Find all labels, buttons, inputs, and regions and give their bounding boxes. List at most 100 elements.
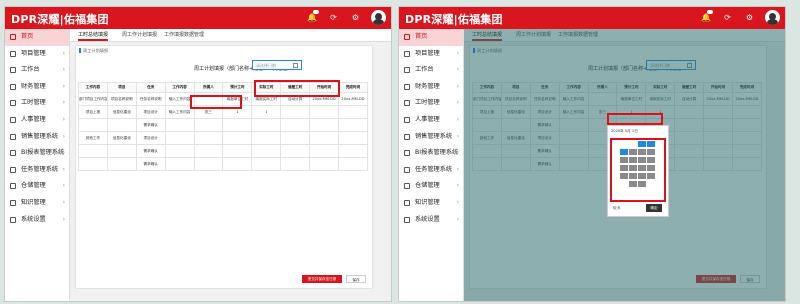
table-cell[interactable] xyxy=(251,144,282,158)
bell-icon[interactable]: 🔔 xyxy=(307,10,319,22)
calendar-day-cell[interactable] xyxy=(646,148,656,156)
sidebar-item-finance[interactable]: 财务管理 › xyxy=(399,79,463,96)
table-row: 需求确认 xyxy=(78,157,368,171)
sidebar-item-workbench[interactable]: 工作台 › xyxy=(5,62,69,79)
column-header: 工作内容 xyxy=(78,82,108,93)
tab-data-management[interactable]: 工作填报数据管理 xyxy=(164,29,204,41)
table-cell[interactable] xyxy=(309,144,340,158)
table-row: 需求确认 xyxy=(78,144,368,158)
table-cell[interactable] xyxy=(338,131,368,145)
home-icon xyxy=(404,34,410,40)
calendar-day-cell[interactable] xyxy=(646,164,656,172)
sidebar-item-task[interactable]: 任务管理系统 › xyxy=(399,162,463,179)
sidebar-item-task[interactable]: 任务管理系统 › xyxy=(5,162,69,179)
task-icon xyxy=(404,166,410,173)
sidebar-item-settings[interactable]: 系统设置 › xyxy=(399,212,463,229)
sales-icon xyxy=(10,133,16,140)
sidebar-item-home[interactable]: 首页 xyxy=(5,29,69,46)
gear-icon[interactable]: ⚙ xyxy=(745,13,754,22)
refresh-icon[interactable]: ⟳ xyxy=(329,13,338,22)
sidebar-item-home[interactable]: 首页 xyxy=(399,29,463,46)
gear-icon[interactable]: ⚙ xyxy=(351,13,360,22)
report-icon xyxy=(404,150,410,157)
table-cell[interactable] xyxy=(251,118,282,132)
chevron-right-icon: › xyxy=(456,198,459,206)
sidebar-item-bi[interactable]: BI报表管理系统 › xyxy=(5,145,69,162)
table-cell[interactable] xyxy=(164,131,195,145)
sidebar-item-sales[interactable]: 销售管理系统 › xyxy=(399,129,463,146)
storage-icon xyxy=(10,183,16,190)
table-cell[interactable]: 1 xyxy=(251,105,282,119)
content-card: 周工计划填报 周工计划填报（部门名称+姓名+人员姓名） 请选择日期 工作内容 项… xyxy=(75,45,373,289)
table-row: 其他工作信息化建设项目设计 xyxy=(78,131,368,145)
table-cell[interactable] xyxy=(338,105,368,119)
project-icon xyxy=(404,50,410,57)
sidebar-item-finance[interactable]: 财务管理 › xyxy=(5,79,69,96)
save-button[interactable]: 保存 xyxy=(346,275,366,283)
calendar-day-cell[interactable] xyxy=(646,188,656,196)
avatar[interactable] xyxy=(371,10,386,25)
table-cell[interactable]: 20xx-MM-DD xyxy=(338,92,368,106)
table-cell: 项目名称说明 xyxy=(106,92,137,106)
tab-hours-summary[interactable]: 工时总结填报 xyxy=(78,29,109,41)
app-logo: DPR深耀|佑福集团 xyxy=(405,13,503,26)
table-cell[interactable] xyxy=(309,157,340,171)
table-cell[interactable] xyxy=(164,157,195,171)
date-picker-popup: 2020年 5月 1日 取消 确定 xyxy=(607,125,669,217)
table-cell[interactable] xyxy=(251,157,282,171)
table-cell[interactable] xyxy=(309,131,340,145)
chevron-right-icon: › xyxy=(62,215,65,223)
calendar-day-cell[interactable] xyxy=(646,172,656,180)
sidebar-item-project[interactable]: 项目管理 › xyxy=(5,46,69,63)
refresh-icon[interactable]: ⟳ xyxy=(723,13,732,22)
sidebar-item-knowledge[interactable]: 知识管理 › xyxy=(5,195,69,212)
table-cell[interactable] xyxy=(338,157,368,171)
left-screenshot-panel: DPR深耀|佑福集团 🔔 ⟳ ⚙ 首页 项目管理 › 工作台 › 财务管理 › 工时管… xyxy=(4,6,392,302)
sidebar-item-hr[interactable]: 人事管理 › xyxy=(399,112,463,129)
tab-weekly-plan[interactable]: 周工作计划填报 xyxy=(122,29,157,41)
calendar-day-cell[interactable] xyxy=(646,156,656,164)
chevron-right-icon: › xyxy=(456,132,459,140)
calendar-day-cell[interactable] xyxy=(646,140,656,148)
highlight-date-input xyxy=(607,113,663,125)
sidebar-item-settings[interactable]: 系统设置 › xyxy=(5,212,69,229)
bell-icon[interactable]: 🔔 xyxy=(701,10,713,22)
chevron-right-icon: › xyxy=(456,82,459,90)
sidebar-item-knowledge[interactable]: 知识管理 › xyxy=(399,195,463,212)
table-cell[interactable] xyxy=(222,157,253,171)
table-cell[interactable] xyxy=(309,105,340,119)
sidebar-item-storage[interactable]: 仓储管理 › xyxy=(399,178,463,195)
table-cell[interactable] xyxy=(338,144,368,158)
sidebar-item-hr[interactable]: 人事管理 › xyxy=(5,112,69,129)
table-cell[interactable] xyxy=(338,118,368,132)
settings-icon xyxy=(404,216,410,223)
table-cell: 需求确认 xyxy=(135,144,166,158)
table-cell[interactable] xyxy=(251,131,282,145)
sidebar-item-sales[interactable]: 销售管理系统 › xyxy=(5,129,69,146)
table-cell: 信息化建设 xyxy=(106,131,137,145)
sidebar-item-bi[interactable]: BI报表管理系统 › xyxy=(399,145,463,162)
finance-icon xyxy=(10,83,16,90)
picker-header: 2020年 5月 1日 xyxy=(611,129,638,133)
date-input[interactable]: 请选择日期 xyxy=(252,60,302,70)
sidebar-item-storage[interactable]: 仓储管理 › xyxy=(5,178,69,195)
picker-cancel-button[interactable]: 取消 xyxy=(613,206,620,211)
avatar[interactable] xyxy=(765,10,780,25)
sidebar-item-hours[interactable]: 工时管理 › xyxy=(399,95,463,112)
chevron-right-icon: › xyxy=(456,66,459,74)
report-icon xyxy=(10,150,16,157)
table-cell[interactable] xyxy=(164,144,195,158)
calendar-day-cell[interactable] xyxy=(646,180,656,188)
sidebar-item-project[interactable]: 项目管理 › xyxy=(399,46,463,63)
table-cell[interactable] xyxy=(222,144,253,158)
table-cell[interactable] xyxy=(222,118,253,132)
submit-button[interactable]: 提交并保存至日报 xyxy=(302,275,342,283)
notification-badge xyxy=(707,10,713,14)
picker-confirm-button[interactable]: 确定 xyxy=(646,204,662,212)
table-cell[interactable] xyxy=(164,118,195,132)
table-cell xyxy=(106,144,137,158)
table-cell[interactable] xyxy=(309,118,340,132)
sidebar-item-workbench[interactable]: 工作台 › xyxy=(399,62,463,79)
table-cell[interactable] xyxy=(222,131,253,145)
sidebar-item-hours[interactable]: 工时管理 › xyxy=(5,95,69,112)
